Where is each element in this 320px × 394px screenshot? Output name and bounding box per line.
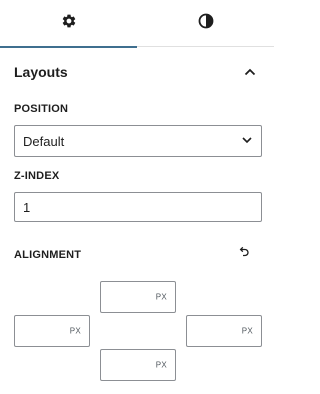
sidebar-tabs xyxy=(0,0,274,48)
tab-styles[interactable] xyxy=(137,0,274,47)
align-right-input[interactable]: PX xyxy=(186,315,262,347)
panel-title: Layouts xyxy=(14,64,68,80)
tab-settings[interactable] xyxy=(0,0,137,48)
px-unit-label: PX xyxy=(69,326,81,336)
alignment-label: ALIGNMENT xyxy=(14,249,82,261)
chevron-down-icon xyxy=(241,134,253,149)
zindex-value: 1 xyxy=(23,199,31,215)
align-bottom-input[interactable]: PX xyxy=(100,349,176,381)
undo-icon xyxy=(238,245,250,263)
contrast-icon xyxy=(198,13,214,34)
position-select[interactable]: Default xyxy=(14,125,262,157)
chevron-up-icon[interactable] xyxy=(240,62,260,82)
zindex-label: Z-INDEX xyxy=(14,170,60,182)
reset-button[interactable] xyxy=(236,246,252,262)
layouts-panel-header[interactable]: Layouts xyxy=(0,48,274,96)
position-label: POSITION xyxy=(14,103,69,115)
zindex-input[interactable]: 1 xyxy=(14,192,262,222)
align-top-input[interactable]: PX xyxy=(100,281,176,313)
px-unit-label: PX xyxy=(155,360,167,370)
align-left-input[interactable]: PX xyxy=(14,315,90,347)
px-unit-label: PX xyxy=(241,326,253,336)
gear-icon xyxy=(61,13,77,34)
position-value: Default xyxy=(23,133,65,149)
px-unit-label: PX xyxy=(155,292,167,302)
